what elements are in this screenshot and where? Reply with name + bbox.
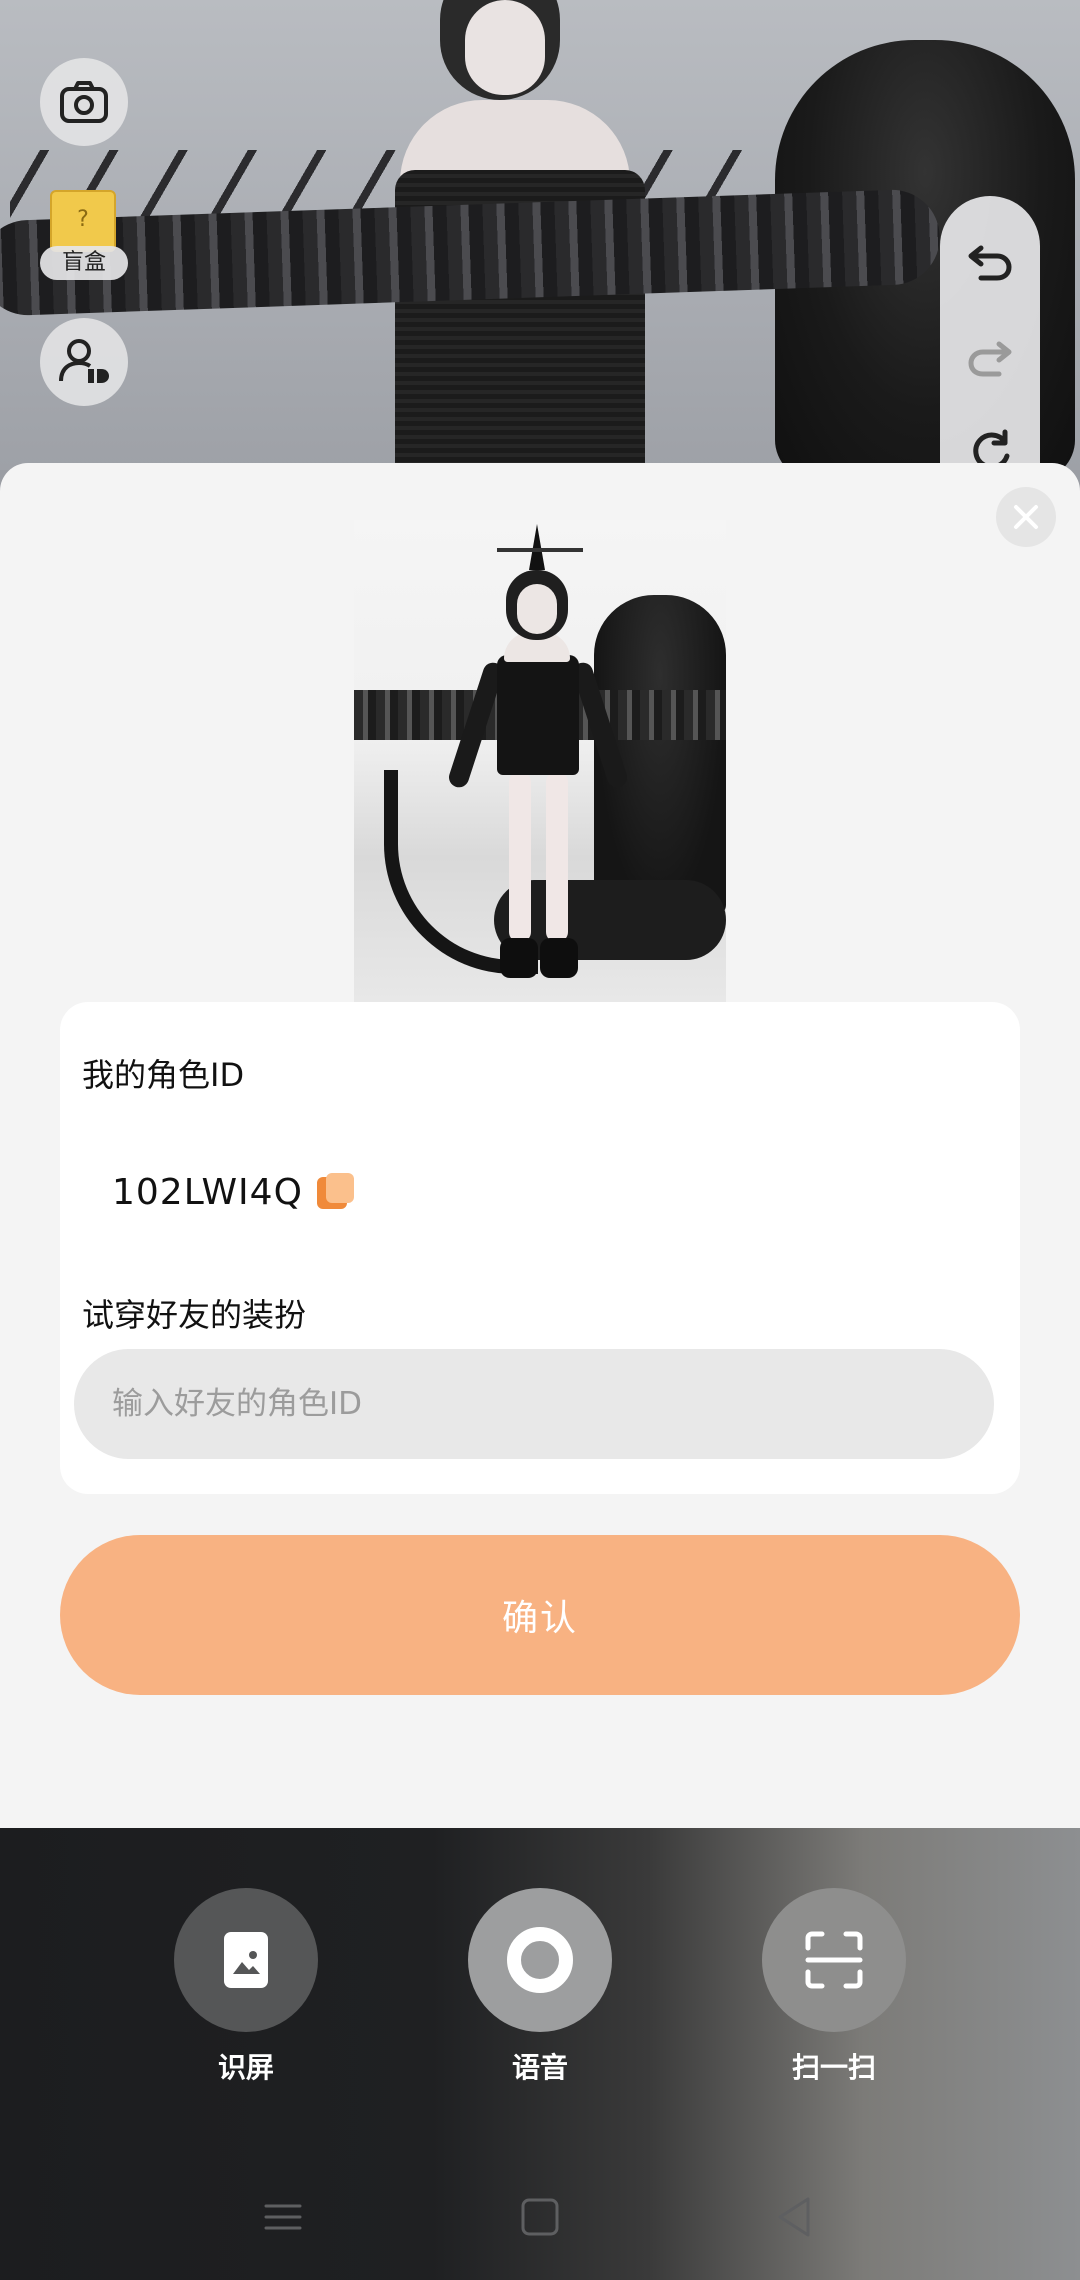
preview-horn [529,524,545,570]
voice-label: 语音 [511,2051,568,2084]
close-button[interactable] [996,487,1056,547]
preview-left-shoe [500,938,538,978]
copy-icon[interactable] [316,1172,357,1213]
screen-recognize-label: 识屏 [217,2051,274,2084]
friend-id-input[interactable] [74,1349,994,1459]
blind-box-label: 盲盒 [40,246,128,280]
preview-right-leg [546,772,568,942]
avatar-scene[interactable] [0,0,1080,470]
scan-label: 扫一扫 [791,2051,876,2084]
avatar-face [465,0,545,95]
home-nav-icon[interactable] [515,2192,565,2242]
blind-box-button[interactable]: ? 盲盒 [40,180,128,286]
my-role-id-row: 102LWI4Q [112,1172,357,1213]
back-nav-icon[interactable] [770,2192,820,2242]
camera-button[interactable] [40,58,128,146]
preview-right-shoe [540,938,578,978]
avatar-id-button[interactable] [40,318,128,406]
blind-box-icon: ? [50,190,116,252]
redo-icon[interactable] [965,330,1015,380]
screen-recognize-button[interactable] [174,1888,318,2032]
try-on-friend-label: 试穿好友的装扮 [82,1296,307,1334]
voice-button[interactable] [468,1888,612,2032]
preview-dress [497,655,579,775]
undo-icon[interactable] [965,234,1015,284]
close-icon [1014,505,1038,529]
scan-button[interactable] [762,1888,906,2032]
preview-left-leg [509,772,531,942]
preview-face [517,584,557,634]
screen-image-icon [224,1932,268,1988]
record-icon [507,1927,573,1993]
role-id-card: 我的角色ID 102LWI4Q 试穿好友的装扮 [60,1002,1020,1494]
user-id-icon [59,339,109,383]
avatar-preview-image [354,520,726,1002]
camera-icon [60,81,108,123]
scan-icon [805,1931,863,1989]
my-role-id-value: 102LWI4Q [112,1172,303,1213]
menu-nav-icon[interactable] [258,2192,308,2242]
copy-icon-front [325,1172,354,1203]
preview-halo [497,548,583,552]
confirm-button[interactable]: 确认 [60,1535,1020,1695]
my-role-id-label: 我的角色ID [82,1056,245,1094]
